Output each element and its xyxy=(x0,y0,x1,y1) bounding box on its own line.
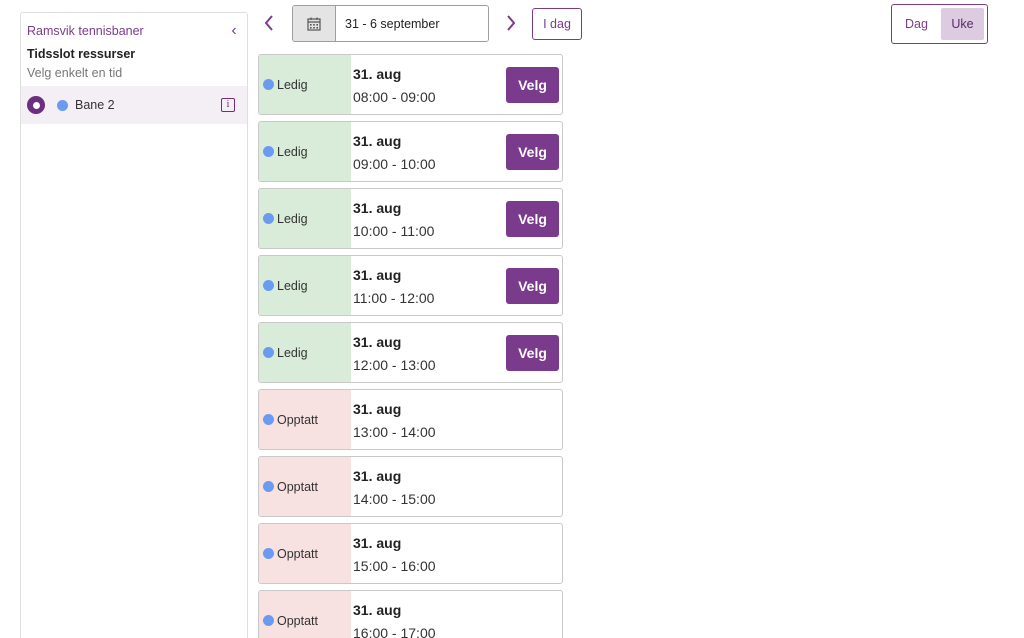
view-day-button[interactable]: Dag xyxy=(895,8,938,40)
slot-time: 14:00 - 15:00 xyxy=(353,491,436,507)
chevron-right-icon xyxy=(507,15,516,31)
slot-row: Ledig 31. aug 08:00 - 09:00 Velg xyxy=(258,54,563,115)
select-slot-button[interactable]: Velg xyxy=(506,334,559,371)
slot-time: 15:00 - 16:00 xyxy=(353,558,436,574)
resource-color-dot xyxy=(57,99,68,111)
slot-info: 31. aug 12:00 - 13:00 xyxy=(351,323,506,382)
slot-status: Ledig xyxy=(259,189,351,248)
radio-selected-icon[interactable] xyxy=(27,96,45,114)
slot-date: 31. aug xyxy=(353,535,402,551)
slot-status: Ledig xyxy=(259,256,351,315)
slot-row: Opptatt 31. aug 16:00 - 17:00 xyxy=(258,590,563,638)
sidebar: Ramsvik tennisbaner ‹ Tidsslot ressurser… xyxy=(20,12,248,638)
slot-status-label: Ledig xyxy=(277,345,308,360)
slot-status-label: Ledig xyxy=(277,144,308,159)
slot-info: 31. aug 13:00 - 14:00 xyxy=(351,390,562,449)
select-slot-button[interactable]: Velg xyxy=(506,267,559,304)
slot-time: 11:00 - 12:00 xyxy=(353,290,435,306)
status-dot xyxy=(263,79,274,90)
slot-row: Opptatt 31. aug 14:00 - 15:00 xyxy=(258,456,563,517)
slot-info: 31. aug 09:00 - 10:00 xyxy=(351,122,506,181)
status-dot xyxy=(263,481,274,492)
slot-row: Opptatt 31. aug 15:00 - 16:00 xyxy=(258,523,563,584)
slot-time: 12:00 - 13:00 xyxy=(353,357,436,373)
slot-info: 31. aug 08:00 - 09:00 xyxy=(351,55,506,114)
view-week-button[interactable]: Uke xyxy=(941,8,984,40)
resource-name: Bane 2 xyxy=(75,98,115,112)
slot-status: Opptatt xyxy=(259,390,351,449)
slot-row: Ledig 31. aug 12:00 - 13:00 Velg xyxy=(258,322,563,383)
select-slot-button[interactable]: Velg xyxy=(506,133,559,170)
slot-time: 16:00 - 17:00 xyxy=(353,625,436,638)
date-picker[interactable]: 31 - 6 september xyxy=(292,5,489,42)
slot-status-label: Opptatt xyxy=(277,479,318,494)
slot-info: 31. aug 16:00 - 17:00 xyxy=(351,591,562,638)
previous-week-button[interactable] xyxy=(262,12,276,34)
calendar-icon xyxy=(307,17,321,31)
calendar-button[interactable] xyxy=(293,6,336,41)
slot-date: 31. aug xyxy=(353,602,402,618)
slot-status-label: Opptatt xyxy=(277,613,318,628)
slot-row: Ledig 31. aug 11:00 - 12:00 Velg xyxy=(258,255,563,316)
slot-row: Ledig 31. aug 10:00 - 11:00 Velg xyxy=(258,188,563,249)
slot-row: Opptatt 31. aug 13:00 - 14:00 xyxy=(258,389,563,450)
slot-info: 31. aug 11:00 - 12:00 xyxy=(351,256,506,315)
section-subtitle: Velg enkelt en tid xyxy=(27,66,123,80)
today-button[interactable]: I dag xyxy=(532,8,582,40)
slot-status-label: Opptatt xyxy=(277,546,318,561)
status-dot xyxy=(263,146,274,157)
slot-status: Opptatt xyxy=(259,524,351,583)
slot-status: Ledig xyxy=(259,55,351,114)
slot-date: 31. aug xyxy=(353,334,402,350)
status-dot xyxy=(263,347,274,358)
slot-list: Ledig 31. aug 08:00 - 09:00 Velg Ledig 31. au… xyxy=(258,54,563,638)
next-week-button[interactable] xyxy=(504,12,518,34)
info-icon[interactable]: i xyxy=(221,98,235,112)
slot-date: 31. aug xyxy=(353,66,402,82)
view-toggle: Dag Uke xyxy=(891,4,988,44)
slot-date: 31. aug xyxy=(353,133,402,149)
slot-date: 31. aug xyxy=(353,200,402,216)
slot-date: 31. aug xyxy=(353,468,402,484)
slot-status: Ledig xyxy=(259,122,351,181)
slot-status: Opptatt xyxy=(259,457,351,516)
section-title: Tidsslot ressurser xyxy=(27,47,136,61)
slot-status-label: Opptatt xyxy=(277,412,318,427)
slot-status-label: Ledig xyxy=(277,77,308,92)
date-range-text: 31 - 6 september xyxy=(336,6,488,41)
slot-time: 09:00 - 10:00 xyxy=(353,156,436,172)
sidebar-header: Ramsvik tennisbaner ‹ xyxy=(21,13,247,41)
slot-info: 31. aug 14:00 - 15:00 xyxy=(351,457,562,516)
slot-date: 31. aug xyxy=(353,401,402,417)
status-dot xyxy=(263,615,274,626)
slot-info: 31. aug 15:00 - 16:00 xyxy=(351,524,562,583)
slot-time: 13:00 - 14:00 xyxy=(353,424,436,440)
slot-date: 31. aug xyxy=(353,267,402,283)
slot-status-label: Ledig xyxy=(277,278,308,293)
slot-status-label: Ledig xyxy=(277,211,308,226)
resource-item-bane-2[interactable]: Bane 2 i xyxy=(21,86,247,124)
slot-status: Ledig xyxy=(259,323,351,382)
chevron-left-icon[interactable]: ‹ xyxy=(227,23,241,39)
slot-status: Opptatt xyxy=(259,591,351,638)
select-slot-button[interactable]: Velg xyxy=(506,200,559,237)
slot-info: 31. aug 10:00 - 11:00 xyxy=(351,189,506,248)
slot-time: 10:00 - 11:00 xyxy=(353,223,435,239)
status-dot xyxy=(263,280,274,291)
chevron-left-icon xyxy=(264,15,273,31)
sidebar-title: Ramsvik tennisbaner xyxy=(27,24,144,38)
select-slot-button[interactable]: Velg xyxy=(506,66,559,103)
status-dot xyxy=(263,414,274,425)
slot-time: 08:00 - 09:00 xyxy=(353,89,436,105)
status-dot xyxy=(263,213,274,224)
status-dot xyxy=(263,548,274,559)
slot-row: Ledig 31. aug 09:00 - 10:00 Velg xyxy=(258,121,563,182)
